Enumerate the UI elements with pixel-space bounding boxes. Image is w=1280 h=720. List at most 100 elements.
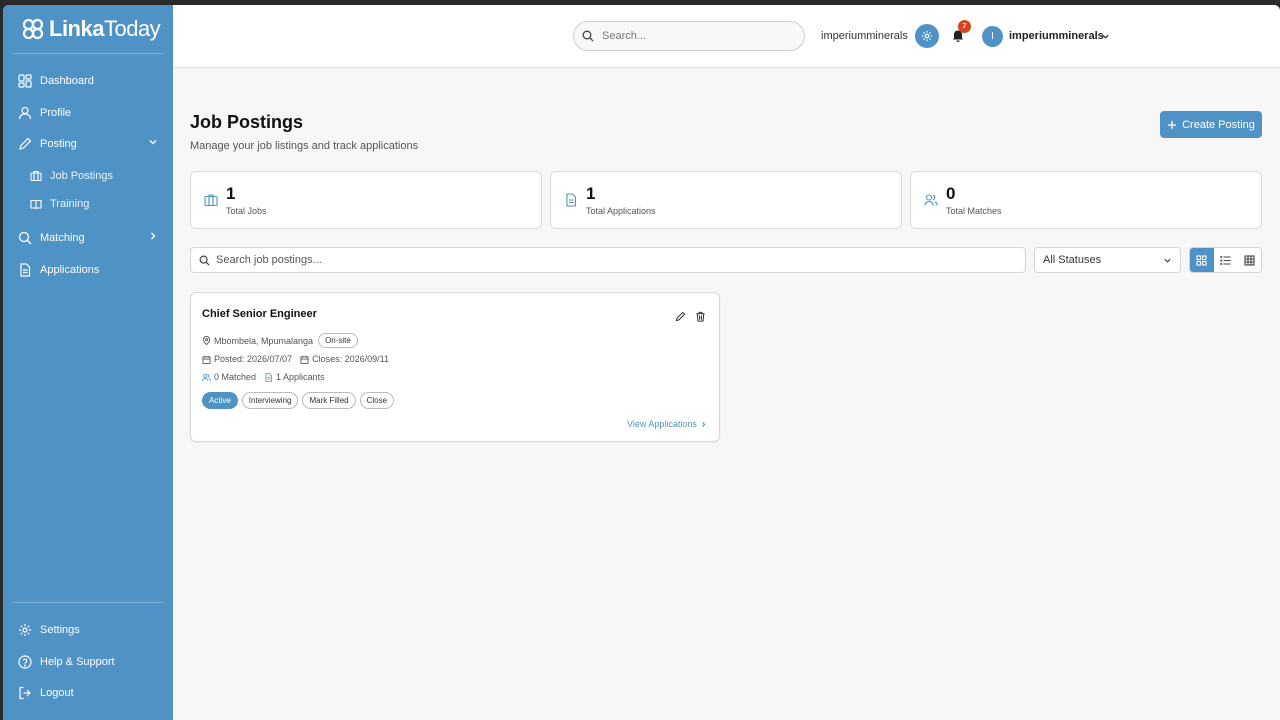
avatar[interactable]: I (982, 26, 1003, 47)
sidebar-divider (13, 53, 163, 54)
stat-card-total-matches: 0 Total Matches (910, 171, 1262, 229)
global-search[interactable] (573, 21, 805, 51)
job-location: Mbombela, Mpumalanga (214, 335, 314, 346)
sidebar-item-label: Dashboard (40, 75, 94, 87)
stat-value: 0 (946, 184, 956, 203)
plus-icon (1168, 120, 1177, 129)
sidebar-item-matching[interactable]: Matching (18, 228, 158, 248)
stat-card-total-applications: 1 Total Applications (550, 171, 902, 229)
logo-text: LinkaToday (49, 16, 161, 41)
calendar-icon (300, 355, 309, 364)
job-counts-row: 0 Matched 1 Applicants (202, 372, 325, 382)
job-dates-row: Posted: 2026/07/07 Closes: 2026/09/11 (202, 354, 389, 364)
calendar-icon (202, 355, 211, 364)
status-filter-select[interactable]: All Statuses (1034, 247, 1181, 273)
list-icon (1220, 255, 1231, 265)
job-card[interactable]: Chief Senior Engineer Mbombela, Mpumalan… (190, 292, 720, 442)
help-icon (18, 655, 32, 669)
search-icon (18, 231, 32, 245)
sidebar-item-help[interactable]: Help & Support (18, 652, 158, 672)
logo-icon (22, 18, 44, 40)
stat-card-total-jobs: 1 Total Jobs (190, 171, 542, 229)
chevron-down-icon (1164, 258, 1171, 263)
global-search-input[interactable] (602, 30, 792, 42)
list-view-button[interactable] (1214, 248, 1238, 272)
grid-icon (1196, 254, 1207, 266)
edit-icon[interactable] (675, 311, 686, 322)
org-settings-button[interactable] (915, 24, 939, 48)
sidebar-item-dashboard[interactable]: Dashboard (18, 71, 158, 91)
chevron-down-icon[interactable] (1101, 32, 1110, 41)
document-icon (566, 193, 577, 207)
sidebar-item-label: Profile (40, 107, 72, 119)
job-search-input[interactable] (216, 254, 996, 266)
work-type-tag: On-site (318, 333, 358, 348)
job-title: Chief Senior Engineer (202, 308, 317, 320)
page-subtitle: Manage your job listings and track appli… (190, 140, 419, 152)
sidebar-item-label: Posting (40, 138, 77, 150)
status-interviewing-button[interactable]: Interviewing (241, 392, 299, 409)
chevron-down-icon (149, 140, 157, 145)
briefcase-icon (204, 194, 218, 207)
status-active-button[interactable]: Active (202, 392, 238, 409)
view-applications-link[interactable]: View Applications (627, 419, 707, 429)
sidebar: LinkaToday Dashboard Profile Posting Job… (3, 5, 173, 720)
org-name: imperiumminerals (821, 30, 908, 42)
create-posting-label: Create Posting (1182, 118, 1255, 131)
job-applicants-count: 1 Applicants (276, 372, 325, 382)
stat-value: 1 (226, 184, 236, 203)
mark-filled-button[interactable]: Mark Filled (302, 392, 356, 409)
book-icon (30, 198, 42, 210)
stat-label: Total Matches (946, 206, 1002, 216)
table-view-button[interactable] (1237, 248, 1261, 272)
create-posting-button[interactable]: Create Posting (1160, 111, 1262, 138)
close-job-button[interactable]: Close (359, 392, 395, 409)
map-pin-icon (202, 336, 211, 345)
job-search[interactable] (190, 247, 1026, 273)
search-icon (199, 255, 210, 266)
sidebar-divider (13, 602, 163, 603)
sidebar-item-profile[interactable]: Profile (18, 103, 158, 123)
pencil-icon (18, 137, 32, 151)
status-filter-value: All Statuses (1043, 254, 1102, 266)
search-icon (582, 30, 594, 42)
logout-icon (18, 686, 32, 700)
document-icon (18, 263, 32, 277)
notification-badge: 7 (958, 20, 971, 33)
logo[interactable]: LinkaToday (21, 15, 161, 43)
sidebar-subitem-label: Job Postings (50, 170, 113, 182)
stat-value: 1 (586, 184, 596, 203)
table-icon (1244, 254, 1255, 266)
sidebar-item-label: Help & Support (40, 656, 115, 668)
user-icon (18, 106, 32, 120)
gear-icon (921, 30, 933, 42)
gear-icon (18, 623, 32, 637)
sidebar-subitem-job-postings[interactable]: Job Postings (30, 167, 113, 185)
stat-label: Total Applications (586, 206, 656, 216)
sidebar-subitem-training[interactable]: Training (30, 195, 89, 213)
chevron-right-icon (701, 421, 706, 427)
job-status-actions: Active Interviewing Mark Filled Close (202, 392, 395, 409)
user-name[interactable]: imperiumminerals (1009, 30, 1104, 42)
sidebar-item-label: Applications (40, 264, 100, 276)
sidebar-item-label: Logout (40, 687, 74, 699)
users-icon (202, 373, 211, 382)
trash-icon[interactable] (695, 311, 706, 322)
job-matched-count: 0 Matched (214, 372, 257, 382)
sidebar-item-applications[interactable]: Applications (18, 260, 158, 280)
users-icon (924, 194, 938, 206)
view-toggle (1189, 247, 1262, 273)
sidebar-item-posting[interactable]: Posting (18, 134, 158, 154)
sidebar-item-logout[interactable]: Logout (18, 683, 158, 703)
app-window: LinkaToday Dashboard Profile Posting Job… (3, 5, 1280, 720)
stat-label: Total Jobs (226, 206, 267, 216)
sidebar-item-label: Settings (40, 624, 80, 636)
sidebar-item-settings[interactable]: Settings (18, 620, 158, 640)
view-applications-label: View Applications (627, 419, 697, 429)
job-posted-date: Posted: 2026/07/07 (214, 354, 293, 364)
document-icon (264, 372, 273, 382)
top-header: imperiumminerals 7 I imperiumminerals (173, 5, 1280, 68)
grid-view-button[interactable] (1190, 248, 1214, 272)
job-close-date: Closes: 2026/09/11 (312, 354, 389, 364)
briefcase-icon (30, 170, 42, 182)
